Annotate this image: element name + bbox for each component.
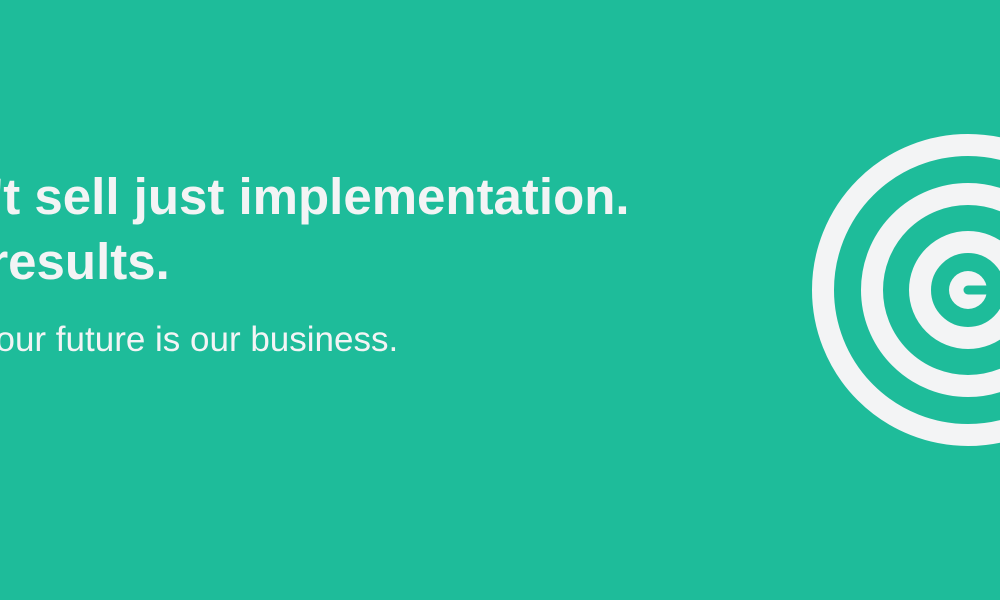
banner-subline: your future is our business. — [0, 320, 399, 359]
target-icon — [790, 120, 1000, 460]
hero-banner: n't sell just implementation. l results.… — [0, 0, 1000, 600]
headline-line-2: l results. — [0, 233, 170, 290]
headline-line-1: n't sell just implementation. — [0, 168, 630, 225]
banner-headline: n't sell just implementation. l results. — [0, 164, 630, 294]
